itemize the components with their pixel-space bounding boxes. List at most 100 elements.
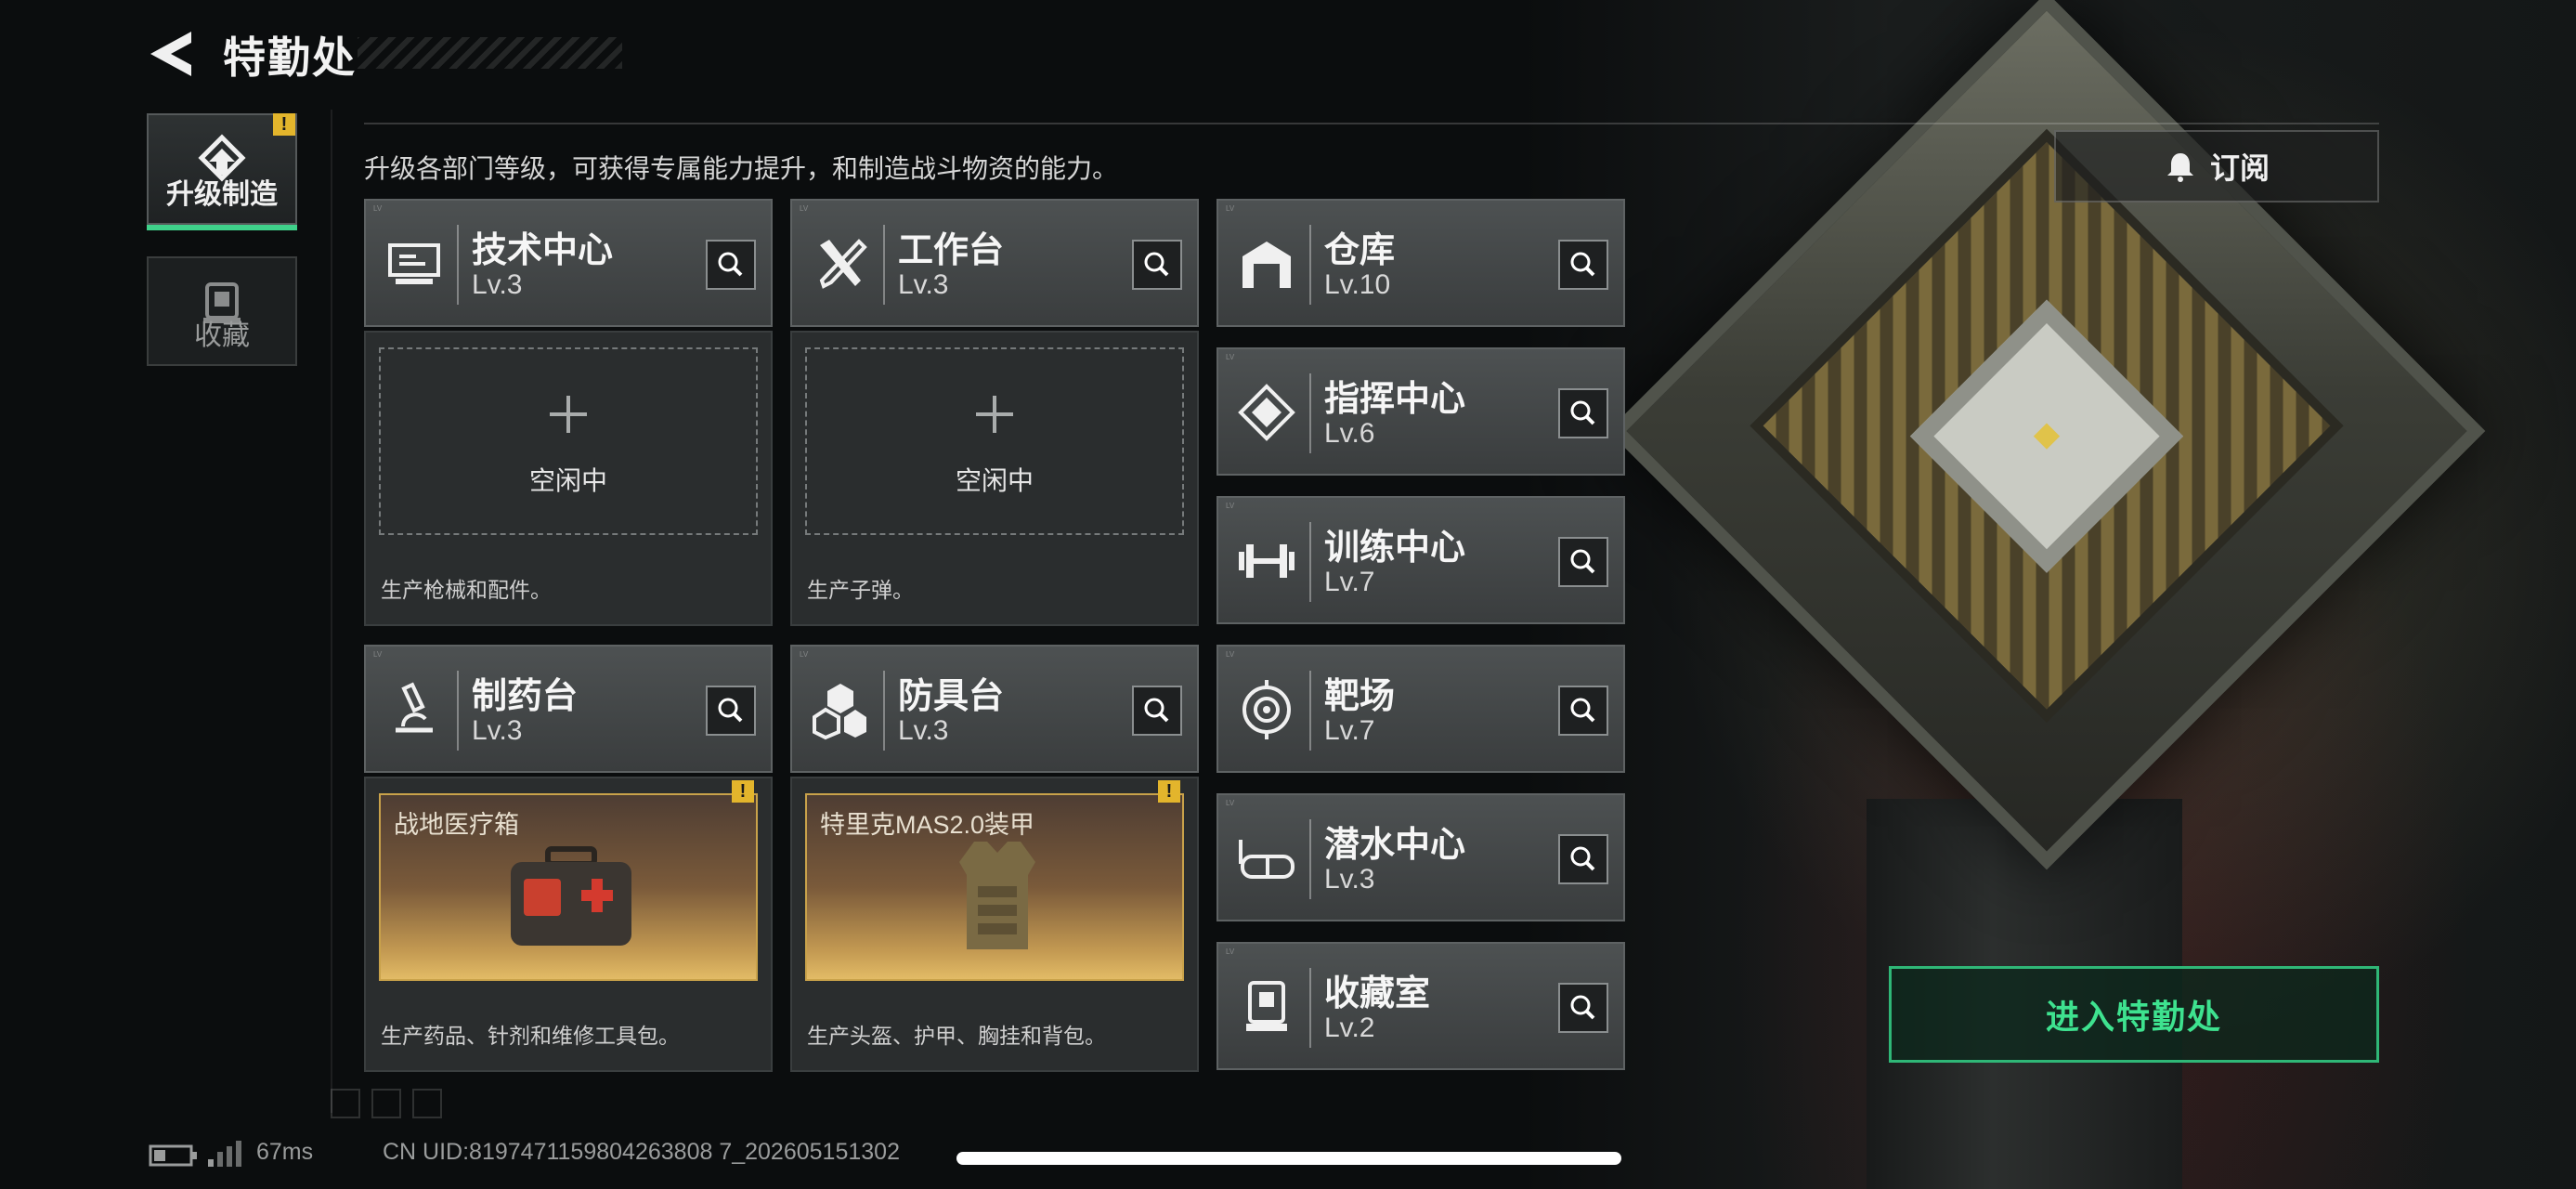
subscribe-label: 订阅 <box>2209 151 2270 185</box>
search-icon <box>1144 252 1169 277</box>
producing-item[interactable]: 战地医疗箱 <box>379 793 758 981</box>
production-slot-pharmacy: 战地医疗箱 ! 生产药品、针剂和维修工具包。 <box>364 777 773 1072</box>
inspect-button[interactable] <box>706 686 756 736</box>
dumbbell-icon <box>1239 544 1295 578</box>
page-description: 升级各部门等级，可获得专属能力提升，和制造战斗物资的能力。 <box>364 154 1119 183</box>
department-name: 防具台 <box>898 677 1005 716</box>
department-level: Lv.2 <box>1324 1013 1375 1043</box>
command-chip-icon <box>1238 384 1295 441</box>
active-tab-indicator <box>147 225 297 230</box>
department-level: Lv.3 <box>472 269 523 300</box>
slot-note: 生产子弹。 <box>807 578 914 602</box>
department-card-warehouse[interactable]: LV 仓库 Lv.10 <box>1216 199 1625 327</box>
inspect-button[interactable] <box>1558 983 1608 1033</box>
department-level: Lv.6 <box>1324 418 1375 449</box>
search-icon <box>1570 995 1595 1020</box>
production-slot-armor: 特里克MAS2.0装甲 ! 生产头盔、护甲、胸挂和背包。 <box>790 777 1199 1072</box>
target-icon <box>1242 680 1291 739</box>
department-level: Lv.3 <box>472 715 523 746</box>
department-card-shooting-range[interactable]: LV 靶场 Lv.7 <box>1216 645 1625 773</box>
alert-badge: ! <box>732 780 754 803</box>
monitor-icon <box>388 243 440 284</box>
department-name: 收藏室 <box>1324 974 1431 1013</box>
bell-icon <box>2166 153 2193 182</box>
plus-icon <box>550 396 587 433</box>
department-card-workbench[interactable]: LV 工作台 Lv.3 <box>790 199 1199 327</box>
bottom-decor <box>331 1089 453 1123</box>
alert-badge: ! <box>1158 780 1180 803</box>
inspect-button[interactable] <box>706 240 756 290</box>
home-indicator[interactable] <box>956 1152 1621 1165</box>
search-icon <box>1570 846 1595 871</box>
department-name: 靶场 <box>1324 677 1396 716</box>
item-name: 战地医疗箱 <box>394 811 519 839</box>
department-name: 指挥中心 <box>1324 380 1466 419</box>
warehouse-icon <box>1242 242 1291 288</box>
production-slot-workbench: 空闲中 生产子弹。 <box>790 331 1199 626</box>
production-slot-tech-center: 空闲中 生产枪械和配件。 <box>364 331 773 626</box>
department-card-command-center[interactable]: LV 指挥中心 Lv.6 <box>1216 347 1625 476</box>
inspect-button[interactable] <box>1558 240 1608 290</box>
tab-upgrade-label: 升级制造 <box>166 179 278 210</box>
divider <box>364 123 2379 124</box>
microscope-icon <box>396 682 433 733</box>
search-icon <box>718 252 743 277</box>
alert-badge: ! <box>273 113 295 136</box>
department-card-tech-center[interactable]: LV 技术中心 Lv.3 <box>364 199 773 327</box>
inspect-button[interactable] <box>1558 834 1608 884</box>
divider <box>331 110 332 1113</box>
signal-icon <box>208 1141 241 1167</box>
department-name: 制药台 <box>472 677 579 716</box>
department-card-collection-room[interactable]: LV 收藏室 Lv.2 <box>1216 942 1625 1070</box>
department-name: 训练中心 <box>1324 529 1466 568</box>
department-level: Lv.7 <box>1324 567 1375 597</box>
department-name: 潜水中心 <box>1324 826 1466 865</box>
department-level: Lv.3 <box>898 269 949 300</box>
page-title: 特勤处 <box>223 33 357 82</box>
department-name: 工作台 <box>898 231 1005 270</box>
producing-item[interactable]: 特里克MAS2.0装甲 <box>805 793 1184 981</box>
search-icon <box>1570 400 1595 425</box>
display-case-icon <box>1246 981 1287 1031</box>
battery-icon <box>149 1144 197 1167</box>
department-level: Lv.7 <box>1324 715 1375 746</box>
body-armor-icon <box>959 842 1035 949</box>
slot-note: 生产头盔、护甲、胸挂和背包。 <box>807 1024 1106 1048</box>
department-name: 仓库 <box>1324 231 1396 270</box>
enter-special-ops-button[interactable]: 进入特勤处 <box>1889 966 2379 1063</box>
department-card-training-center[interactable]: LV 训练中心 Lv.7 <box>1216 496 1625 624</box>
slot-status: 空闲中 <box>955 466 1034 495</box>
slot-status: 空闲中 <box>528 466 607 495</box>
department-card-armor[interactable]: LV 防具台 Lv.3 <box>790 645 1199 773</box>
cubes-icon <box>813 684 866 740</box>
inspect-button[interactable] <box>1558 537 1608 587</box>
search-icon <box>1570 252 1595 277</box>
goggles-icon <box>1239 840 1295 879</box>
department-name: 技术中心 <box>472 231 614 270</box>
inspect-button[interactable] <box>1132 686 1182 736</box>
tab-collection[interactable]: 收藏 <box>147 256 297 366</box>
back-arrow-icon[interactable] <box>147 28 195 80</box>
department-card-pharmacy[interactable]: LV 制药台 Lv.3 <box>364 645 773 773</box>
empty-slot[interactable]: 空闲中 <box>379 347 758 535</box>
search-icon <box>1144 698 1169 723</box>
search-icon <box>1570 549 1595 574</box>
department-level: Lv.10 <box>1324 269 1391 300</box>
slot-note: 生产枪械和配件。 <box>381 578 552 602</box>
inspect-button[interactable] <box>1558 686 1608 736</box>
search-icon <box>718 698 743 723</box>
tools-icon <box>819 239 867 289</box>
inspect-button[interactable] <box>1132 240 1182 290</box>
subscribe-button[interactable]: 订阅 <box>2054 130 2379 203</box>
department-level: Lv.3 <box>898 715 949 746</box>
empty-slot[interactable]: 空闲中 <box>805 347 1184 535</box>
ping-text: 67ms <box>256 1139 314 1165</box>
department-card-diving-center[interactable]: LV 潜水中心 Lv.3 <box>1216 793 1625 921</box>
search-icon <box>1570 698 1595 723</box>
uid-text: CN UID:8197471159804263808 7_20260515130… <box>383 1139 900 1165</box>
title-stripe <box>358 37 622 69</box>
medkit-icon <box>511 846 631 946</box>
plus-icon <box>976 396 1013 433</box>
inspect-button[interactable] <box>1558 388 1608 438</box>
tab-collection-label: 收藏 <box>194 320 250 351</box>
